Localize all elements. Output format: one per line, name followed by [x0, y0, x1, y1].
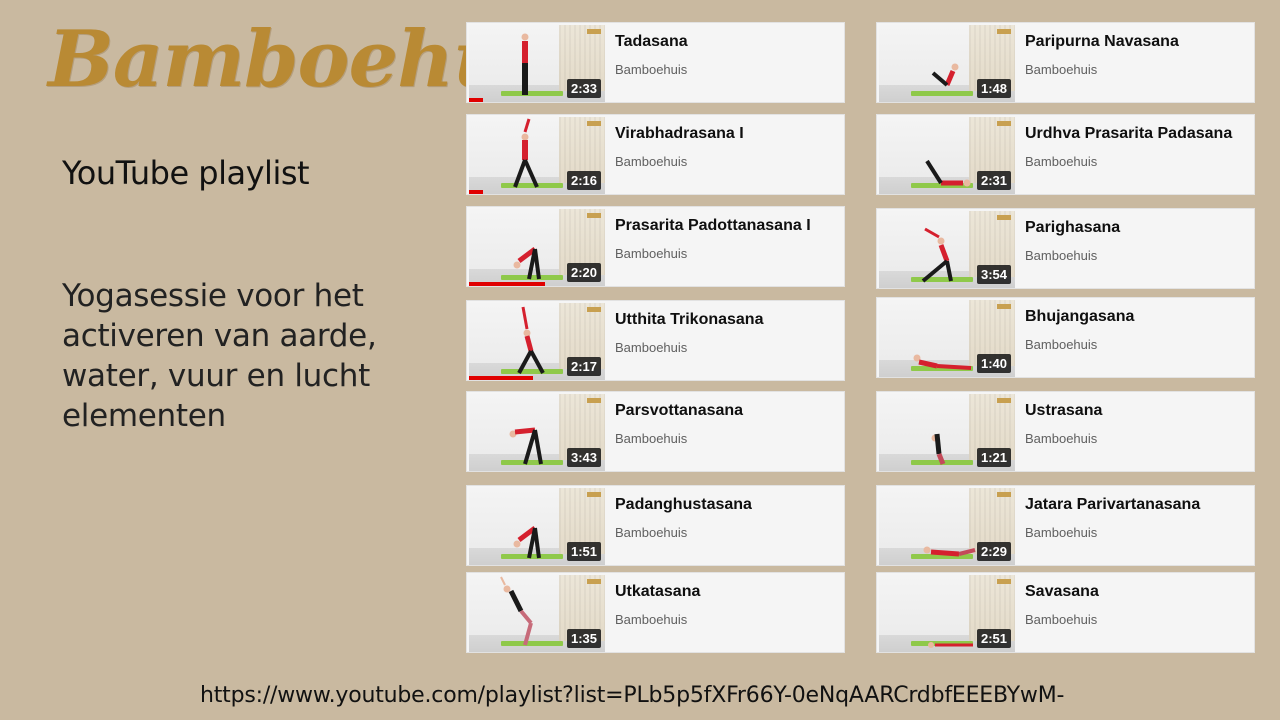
video-duration: 1:21 — [976, 448, 1011, 467]
video-thumbnail[interactable]: 2:16 — [469, 117, 605, 194]
video-duration: 1:48 — [976, 79, 1011, 98]
video-card[interactable]: 2:16 Virabhadrasana I Bamboehuis — [466, 114, 845, 195]
video-thumbnail[interactable]: 2:20 — [469, 209, 605, 286]
channel-name[interactable]: Bamboehuis — [615, 340, 687, 355]
channel-name[interactable]: Bamboehuis — [1025, 337, 1097, 352]
video-duration: 1:35 — [566, 629, 601, 648]
channel-name[interactable]: Bamboehuis — [1025, 612, 1097, 627]
video-card[interactable]: 1:51 Padanghustasana Bamboehuis — [466, 485, 845, 566]
watch-progress-bar — [469, 376, 533, 380]
watch-progress-bar — [469, 282, 546, 286]
channel-name[interactable]: Bamboehuis — [615, 431, 687, 446]
video-title[interactable]: Parighasana — [1025, 215, 1250, 240]
video-title[interactable]: Savasana — [1025, 579, 1250, 604]
video-thumbnail[interactable]: 1:51 — [469, 488, 605, 565]
video-thumbnail[interactable]: 2:31 — [879, 117, 1015, 194]
video-duration: 2:29 — [976, 542, 1011, 561]
video-title[interactable]: Utthita Trikonasana — [615, 307, 840, 332]
video-thumbnail[interactable]: 1:35 — [469, 575, 605, 652]
video-duration: 3:43 — [566, 448, 601, 467]
video-card[interactable]: 2:51 Savasana Bamboehuis — [876, 572, 1255, 653]
playlist-description: Yogasessie voor het activeren van aarde,… — [62, 278, 377, 434]
video-card[interactable]: 1:21 Ustrasana Bamboehuis — [876, 391, 1255, 472]
video-title[interactable]: Jatara Parivartanasana — [1025, 492, 1250, 517]
video-duration: 2:31 — [976, 171, 1011, 190]
video-card[interactable]: 2:20 Prasarita Padottanasana I Bamboehuis — [466, 206, 845, 287]
video-title[interactable]: Parsvottanasana — [615, 398, 840, 423]
video-thumbnail[interactable]: 1:48 — [879, 25, 1015, 102]
video-title[interactable]: Urdhva Prasarita Padasana — [1025, 121, 1250, 146]
video-duration: 2:51 — [976, 629, 1011, 648]
channel-name[interactable]: Bamboehuis — [615, 525, 687, 540]
video-title[interactable]: Padanghustasana — [615, 492, 840, 517]
channel-name[interactable]: Bamboehuis — [615, 154, 687, 169]
video-card[interactable]: 2:29 Jatara Parivartanasana Bamboehuis — [876, 485, 1255, 566]
video-card[interactable]: 1:48 Paripurna Navasana Bamboehuis — [876, 22, 1255, 103]
video-thumbnail[interactable]: 2:33 — [469, 25, 605, 102]
channel-name[interactable]: Bamboehuis — [615, 246, 687, 261]
video-title[interactable]: Prasarita Padottanasana I — [615, 213, 840, 238]
channel-name[interactable]: Bamboehuis — [1025, 431, 1097, 446]
video-duration: 2:17 — [566, 357, 601, 376]
video-duration: 2:33 — [566, 79, 601, 98]
video-thumbnail[interactable]: 3:54 — [879, 211, 1015, 288]
video-duration: 3:54 — [976, 265, 1011, 284]
video-card[interactable]: 1:40 Bhujangasana Bamboehuis — [876, 297, 1255, 378]
channel-name[interactable]: Bamboehuis — [615, 612, 687, 627]
video-duration: 1:51 — [566, 542, 601, 561]
video-card[interactable]: 2:17 Utthita Trikonasana Bamboehuis — [466, 300, 845, 381]
video-title[interactable]: Utkatasana — [615, 579, 840, 604]
playlist-url[interactable]: https://www.youtube.com/playlist?list=PL… — [200, 683, 1064, 708]
video-duration: 1:40 — [976, 354, 1011, 373]
video-thumbnail[interactable]: 2:51 — [879, 575, 1015, 652]
playlist-label: YouTube playlist — [62, 154, 310, 192]
channel-name[interactable]: Bamboehuis — [1025, 248, 1097, 263]
video-duration: 2:20 — [566, 263, 601, 282]
video-title[interactable]: Paripurna Navasana — [1025, 29, 1250, 54]
video-card[interactable]: 1:35 Utkatasana Bamboehuis — [466, 572, 845, 653]
video-thumbnail[interactable]: 1:21 — [879, 394, 1015, 471]
channel-name[interactable]: Bamboehuis — [1025, 62, 1097, 77]
video-title[interactable]: Bhujangasana — [1025, 304, 1250, 329]
video-thumbnail[interactable]: 1:40 — [879, 300, 1015, 377]
video-card[interactable]: 3:43 Parsvottanasana Bamboehuis — [466, 391, 845, 472]
video-duration: 2:16 — [566, 171, 601, 190]
video-title[interactable]: Virabhadrasana I — [615, 121, 840, 146]
watch-progress-bar — [469, 190, 483, 194]
channel-name[interactable]: Bamboehuis — [1025, 525, 1097, 540]
channel-name[interactable]: Bamboehuis — [1025, 154, 1097, 169]
video-thumbnail[interactable]: 3:43 — [469, 394, 605, 471]
video-thumbnail[interactable]: 2:17 — [469, 303, 605, 380]
watch-progress-bar — [469, 98, 483, 102]
video-card[interactable]: 2:31 Urdhva Prasarita Padasana Bamboehuis — [876, 114, 1255, 195]
video-card[interactable]: 2:33 Tadasana Bamboehuis — [466, 22, 845, 103]
video-card[interactable]: 3:54 Parighasana Bamboehuis — [876, 208, 1255, 289]
video-title[interactable]: Tadasana — [615, 29, 840, 54]
channel-name[interactable]: Bamboehuis — [615, 62, 687, 77]
video-title[interactable]: Ustrasana — [1025, 398, 1250, 423]
video-thumbnail[interactable]: 2:29 — [879, 488, 1015, 565]
